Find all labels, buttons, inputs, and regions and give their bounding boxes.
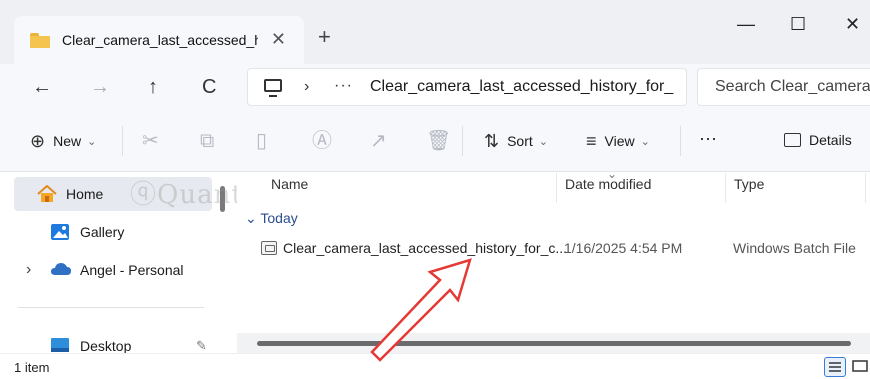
address-bar[interactable]: › ··· Clear_camera_last_accessed_history… [247, 68, 687, 106]
chevron-down-icon: ⌄ [245, 210, 257, 226]
share-icon[interactable]: ↗ [370, 131, 387, 151]
file-date-modified: 1/16/2025 4:54 PM [564, 240, 683, 256]
onedrive-icon [50, 261, 72, 279]
back-button[interactable]: ← [32, 76, 52, 98]
sidebar-item-angel-personal[interactable]: › Angel - Personal [14, 253, 212, 287]
batch-file-icon [261, 241, 277, 255]
group-label: Today [260, 210, 298, 226]
chevron-down-icon: ⌄ [538, 135, 548, 148]
column-divider[interactable] [865, 173, 866, 203]
view-button[interactable]: ≡ View ⌄ [586, 132, 650, 150]
file-type: Windows Batch File [733, 240, 856, 256]
column-divider[interactable] [556, 173, 557, 203]
toolbar-divider [122, 126, 123, 156]
details-view-button[interactable] [824, 357, 846, 377]
command-bar: ⊕ New ⌄ ✂ ⧉ ▯ Ⓐ ↗ 🗑 ⇅ Sort ⌄ ≡ View ⌄ ··… [0, 112, 870, 172]
details-label: Details [809, 132, 852, 148]
rename-icon[interactable]: Ⓐ [312, 131, 332, 151]
sidebar-item-label: Home [66, 186, 104, 202]
up-button[interactable]: ↑ [148, 76, 158, 98]
minimize-button[interactable]: — [737, 14, 755, 34]
search-input[interactable]: Search Clear_camera_ [697, 68, 870, 106]
chevron-down-icon: ⌄ [87, 135, 97, 148]
column-header-date-modified[interactable]: Date modified [565, 173, 651, 203]
gallery-icon [50, 223, 72, 241]
pin-icon: ✎ [196, 338, 207, 353]
cut-icon[interactable]: ✂ [142, 131, 159, 151]
sort-label: Sort [507, 133, 533, 149]
tab-close-icon[interactable]: ✕ [271, 29, 286, 49]
toolbar-divider [462, 126, 463, 156]
new-tab-button[interactable]: + [318, 26, 331, 48]
breadcrumb-current-folder[interactable]: Clear_camera_last_accessed_history_for_ [370, 78, 680, 96]
group-header-today[interactable]: ⌄ Today [245, 210, 298, 227]
file-name: Clear_camera_last_accessed_history_for_c… [283, 240, 568, 256]
sidebar-item-label: Gallery [80, 224, 125, 240]
item-count: 1 item [14, 360, 50, 375]
expand-chevron-icon[interactable]: › [26, 261, 31, 279]
forward-button[interactable]: → [90, 76, 110, 98]
column-divider[interactable] [725, 173, 726, 203]
new-button[interactable]: ⊕ New ⌄ [30, 132, 96, 150]
tab-current-folder[interactable]: Clear_camera_last_accessed_hi ✕ [14, 16, 304, 64]
view-icon: ≡ [586, 131, 597, 151]
table-row[interactable]: Clear_camera_last_accessed_history_for_c… [237, 235, 870, 261]
horizontal-scrollbar[interactable] [257, 341, 851, 346]
view-label: View [604, 133, 635, 149]
more-options-button[interactable]: ··· [699, 128, 717, 149]
search-placeholder: Search Clear_camera_ [715, 78, 870, 95]
home-icon [36, 184, 58, 203]
maximize-button[interactable]: ☐ [790, 14, 806, 34]
this-pc-icon[interactable] [264, 79, 282, 97]
title-bar: Clear_camera_last_accessed_hi ✕ + — ☐ ✕ [0, 0, 870, 64]
refresh-button[interactable]: C [202, 76, 216, 98]
column-header-type[interactable]: Type [734, 173, 764, 203]
column-header-name[interactable]: Name [271, 173, 308, 203]
new-label: New [53, 133, 82, 149]
toolbar-divider [680, 126, 681, 156]
breadcrumb-separator-icon[interactable]: › [304, 78, 309, 96]
sidebar-item-gallery[interactable]: Gallery [14, 215, 212, 249]
add-icon: ⊕ [30, 131, 46, 151]
file-list: Name ⌄ Date modified Type ⌄ Today Clear_… [237, 167, 870, 353]
sidebar-item-label: Desktop [80, 338, 132, 354]
details-pane-icon [784, 133, 801, 147]
close-window-button[interactable]: ✕ [845, 14, 860, 34]
copy-icon[interactable]: ⧉ [200, 131, 214, 151]
breadcrumb-more-button[interactable]: ··· [334, 77, 353, 95]
details-button[interactable]: Details [784, 132, 852, 148]
sort-button[interactable]: ⇅ Sort ⌄ [484, 132, 548, 150]
tab-title: Clear_camera_last_accessed_hi [62, 32, 258, 48]
paste-icon[interactable]: ▯ [256, 131, 267, 151]
sidebar-divider [18, 307, 204, 308]
sidebar-item-label: Angel - Personal [80, 262, 184, 278]
delete-icon[interactable]: 🗑 [426, 131, 451, 151]
status-bar: 1 item [0, 353, 870, 379]
chevron-down-icon: ⌄ [640, 135, 650, 148]
tiles-view-button[interactable] [850, 357, 870, 377]
folder-icon [30, 32, 50, 48]
sort-icon: ⇅ [484, 131, 500, 151]
navigation-bar: ← → ↑ C › ··· Clear_camera_last_accessed… [0, 64, 870, 112]
